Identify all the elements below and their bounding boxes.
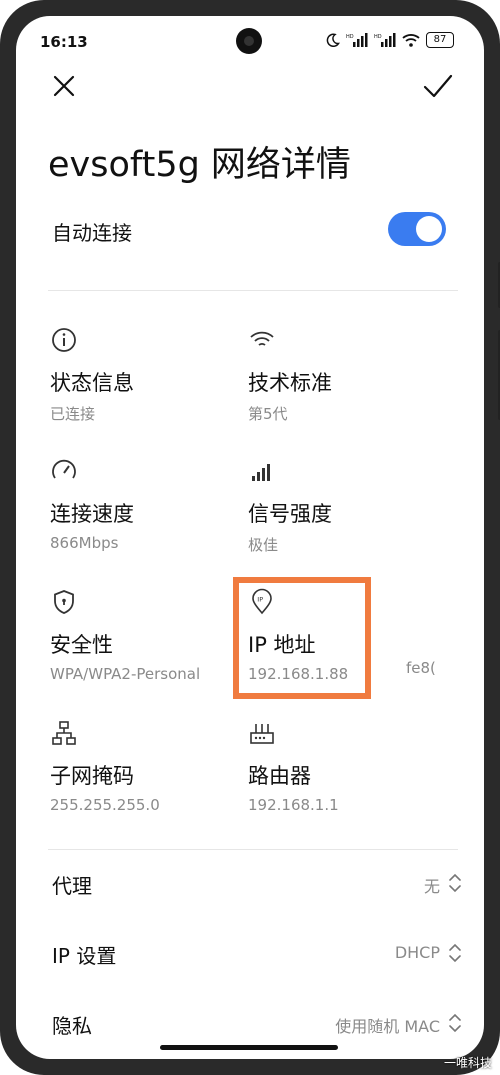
detail-status: 状态信息 已连接 [50, 326, 240, 424]
page-title: evsoft5g 网络详情 [48, 145, 351, 185]
phone-frame: 16:13 HD HD 87 evsoft5g 网络详情 自动连接 状态信息 已… [0, 0, 500, 1075]
ip-highlight-box [233, 577, 371, 699]
detail-name: 子网掩码 [50, 764, 134, 788]
detail-value: 已连接 [50, 405, 96, 423]
network-tree-icon [52, 721, 76, 745]
svg-text:HD: HD [346, 34, 354, 40]
detail-signal: 信号强度 极佳 [248, 457, 438, 555]
detail-tech-standard: 技术标准 第5代 [248, 326, 438, 424]
detail-value: 第5代 [248, 405, 288, 423]
chevron-up-down-icon [449, 943, 461, 963]
detail-router: 路由器 192.168.1.1 [248, 719, 438, 814]
home-indicator[interactable] [160, 1045, 338, 1050]
check-icon[interactable] [422, 72, 454, 100]
close-icon[interactable] [50, 72, 78, 100]
wifi-icon [250, 331, 274, 346]
speedometer-icon [52, 459, 76, 479]
detail-value: 192.168.1.1 [248, 796, 339, 814]
detail-value: WPA/WPA2-Personal [50, 665, 201, 683]
row-label: IP 设置 [52, 944, 117, 968]
ip-settings-row[interactable]: IP 设置 DHCP [16, 930, 484, 980]
detail-name: 路由器 [248, 764, 311, 788]
detail-name: 信号强度 [248, 502, 332, 526]
status-time: 16:13 [40, 33, 88, 51]
detail-value: 866Mbps [50, 534, 119, 552]
hd-signal-icon: HD [346, 33, 368, 47]
front-camera [236, 28, 262, 54]
hd-signal-icon: HD [374, 33, 396, 47]
moon-icon [326, 33, 340, 47]
detail-name: 状态信息 [50, 371, 134, 395]
status-icons: HD HD 87 [326, 32, 454, 48]
battery-icon: 87 [426, 32, 454, 48]
detail-name: 安全性 [50, 633, 113, 657]
row-label: 代理 [52, 874, 92, 898]
signal-bars-icon [252, 464, 270, 481]
screen: 16:13 HD HD 87 evsoft5g 网络详情 自动连接 状态信息 已… [16, 16, 484, 1059]
ipv6-address-partial: fe8( [406, 659, 436, 677]
chevron-up-down-icon [449, 1013, 461, 1033]
divider [48, 849, 458, 850]
auto-connect-toggle[interactable] [388, 212, 446, 246]
row-value: 无 [423, 877, 440, 896]
proxy-row[interactable]: 代理 无 [16, 860, 484, 910]
auto-connect-label: 自动连接 [52, 221, 132, 245]
detail-security: 安全性 WPA/WPA2-Personal [50, 588, 240, 683]
watermark: 一唯科技 [443, 1056, 492, 1070]
row-value: DHCP [394, 943, 440, 962]
privacy-row[interactable]: 隐私 使用随机 MAC [16, 1000, 484, 1050]
row-label: 隐私 [52, 1014, 92, 1038]
detail-name: 技术标准 [248, 371, 332, 395]
row-value: 使用随机 MAC [335, 1017, 440, 1036]
detail-value: 极佳 [248, 536, 279, 554]
detail-speed: 连接速度 866Mbps [50, 457, 240, 552]
chevron-up-down-icon [449, 873, 461, 893]
shield-icon [54, 590, 74, 614]
detail-value: 255.255.255.0 [50, 796, 160, 814]
wifi-icon [402, 34, 420, 47]
info-icon [52, 328, 76, 352]
router-icon [250, 724, 274, 744]
divider [48, 290, 458, 291]
svg-text:HD: HD [374, 34, 382, 40]
toggle-knob [416, 216, 442, 242]
detail-subnet-mask: 子网掩码 255.255.255.0 [50, 719, 240, 814]
detail-name: 连接速度 [50, 502, 134, 526]
